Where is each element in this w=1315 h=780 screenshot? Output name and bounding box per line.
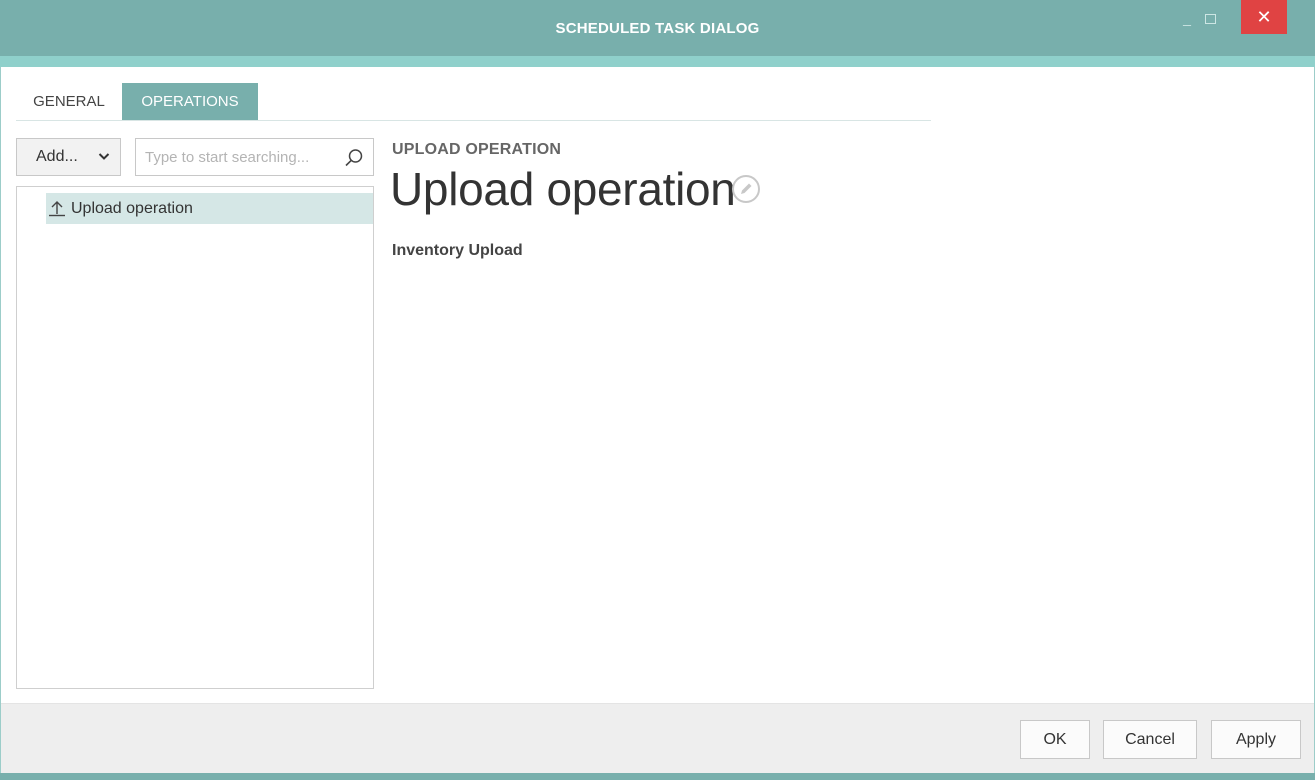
search-input[interactable] <box>136 139 341 175</box>
search-box <box>135 138 374 176</box>
maximize-button[interactable] <box>1199 6 1221 32</box>
tab-divider <box>16 120 931 121</box>
operation-description: Inventory Upload <box>392 242 523 259</box>
search-icon[interactable] <box>344 148 364 168</box>
minimize-button[interactable]: _ <box>1176 6 1198 32</box>
minimize-icon: _ <box>1183 10 1191 26</box>
tree-item-upload-operation[interactable]: Upload operation <box>46 193 373 224</box>
tab-operations[interactable]: OPERATIONS <box>122 83 258 121</box>
operations-tree: Upload operation <box>16 186 374 689</box>
window-left-border <box>0 67 1 773</box>
window-bottom-border <box>0 773 1315 780</box>
title-accent-strip <box>0 56 1315 67</box>
add-dropdown-button[interactable]: Add... <box>16 138 121 176</box>
window-title: SCHEDULED TASK DIALOG <box>555 20 760 37</box>
ok-button[interactable]: OK <box>1020 720 1090 759</box>
maximize-icon <box>1204 14 1216 24</box>
cancel-button[interactable]: Cancel <box>1103 720 1197 759</box>
section-label: UPLOAD OPERATION <box>392 141 562 158</box>
operation-title: Upload operation <box>390 163 736 215</box>
add-button-label: Add... <box>36 148 78 165</box>
edit-pencil-icon[interactable] <box>731 174 761 204</box>
close-icon: ✕ <box>1256 7 1272 27</box>
scheduled-task-dialog: SCHEDULED TASK DIALOG _ ✕ GENERAL OPERAT… <box>0 0 1315 780</box>
tab-general[interactable]: GENERAL <box>16 83 122 121</box>
upload-arrow-icon <box>49 201 65 217</box>
dialog-footer: OK Cancel Apply <box>0 703 1315 773</box>
tree-item-label: Upload operation <box>71 200 193 217</box>
chevron-down-icon <box>98 139 110 189</box>
close-button[interactable]: ✕ <box>1241 0 1287 34</box>
apply-button[interactable]: Apply <box>1211 720 1301 759</box>
